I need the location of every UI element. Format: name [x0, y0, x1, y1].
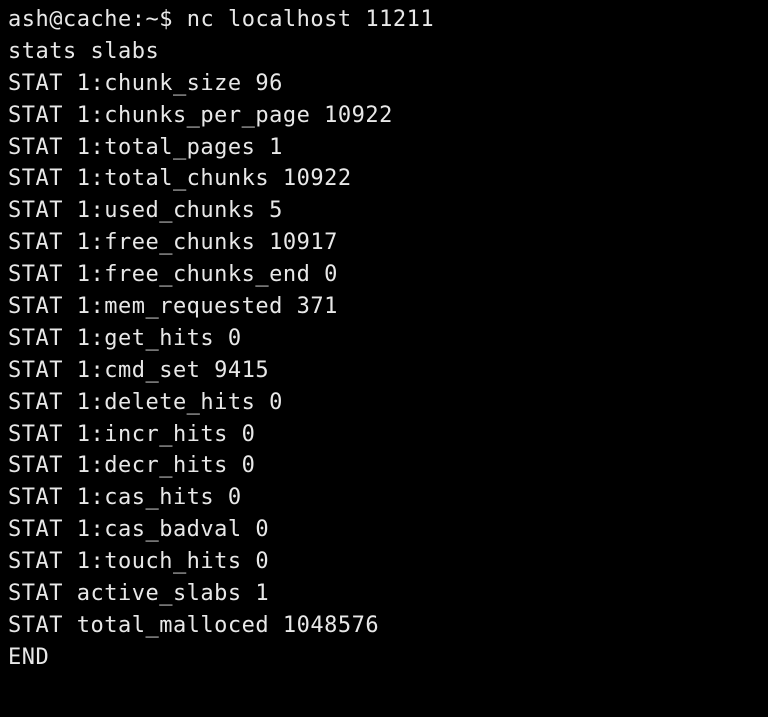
stat-line: STAT 1:mem_requested 371 — [8, 291, 760, 323]
stat-line: STAT 1:delete_hits 0 — [8, 387, 760, 419]
stat-line: STAT 1:chunk_size 96 — [8, 68, 760, 100]
stat-line: STAT 1:free_chunks_end 0 — [8, 259, 760, 291]
prompt-line: ash@cache:~$ nc localhost 11211 — [8, 4, 760, 36]
end-marker: END — [8, 642, 760, 674]
stat-line: STAT 1:decr_hits 0 — [8, 450, 760, 482]
stat-line: STAT 1:total_chunks 10922 — [8, 163, 760, 195]
stat-line: STAT active_slabs 1 — [8, 578, 760, 610]
prompt-symbol: $ — [159, 7, 173, 32]
stat-line: STAT 1:touch_hits 0 — [8, 546, 760, 578]
stat-line: STAT 1:incr_hits 0 — [8, 419, 760, 451]
prompt-path: ~ — [145, 7, 159, 32]
command-text: nc localhost 11211 — [187, 7, 434, 32]
prompt-user-host: ash@cache — [8, 7, 132, 32]
input-command-line: stats slabs — [8, 36, 760, 68]
stat-line: STAT 1:get_hits 0 — [8, 323, 760, 355]
stat-line: STAT 1:chunks_per_page 10922 — [8, 100, 760, 132]
stat-line: STAT 1:total_pages 1 — [8, 132, 760, 164]
stat-line: STAT 1:cas_badval 0 — [8, 514, 760, 546]
stat-line: STAT 1:free_chunks 10917 — [8, 227, 760, 259]
stat-line: STAT total_malloced 1048576 — [8, 610, 760, 642]
stat-line: STAT 1:used_chunks 5 — [8, 195, 760, 227]
terminal-output[interactable]: ash@cache:~$ nc localhost 11211stats sla… — [8, 4, 760, 674]
stat-line: STAT 1:cmd_set 9415 — [8, 355, 760, 387]
stat-line: STAT 1:cas_hits 0 — [8, 482, 760, 514]
